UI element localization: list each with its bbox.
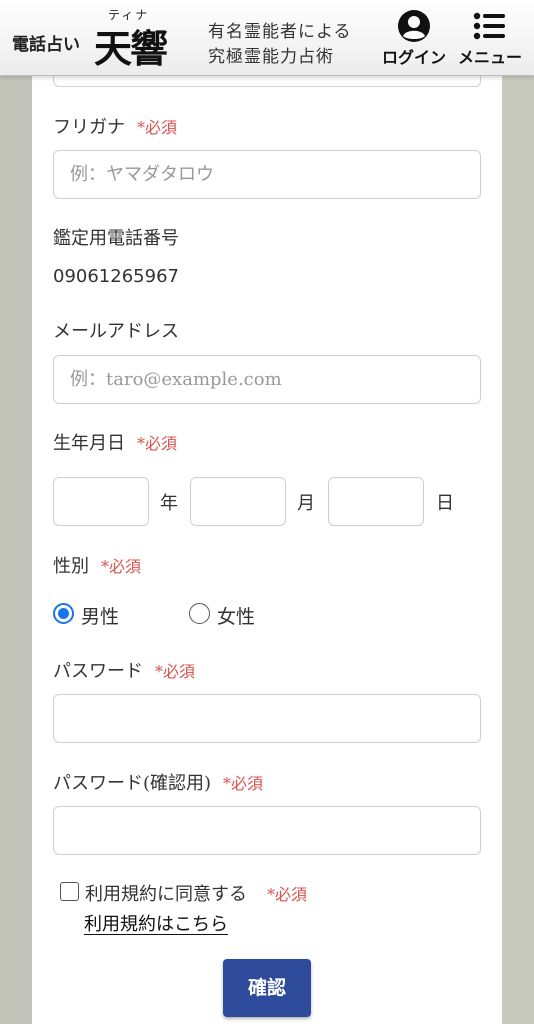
terms-link[interactable]: 利用規約はこちら: [84, 910, 228, 936]
gender-male-radio[interactable]: [53, 603, 74, 624]
required-mark: *必須: [155, 662, 196, 681]
required-mark: *必須: [137, 118, 178, 137]
birth-day-input[interactable]: [328, 477, 424, 526]
required-mark: *必須: [267, 885, 308, 904]
required-mark: *必須: [101, 557, 142, 576]
brand-logo[interactable]: 天響: [94, 18, 168, 73]
required-mark: *必須: [223, 774, 264, 793]
menu-button[interactable]: メニュー: [448, 8, 532, 68]
brand-prefix: 電話占い: [12, 35, 80, 55]
password-confirm-input[interactable]: [53, 806, 481, 855]
tagline-line-2: 究極霊能力占術: [208, 47, 334, 67]
furigana-label: フリガナ *必須: [53, 113, 177, 139]
password-label-text: パスワード: [53, 661, 143, 682]
site-header: 電話占い ティナ 天響 有名霊能者による 究極霊能力占術 ログイン メニュー: [0, 0, 534, 76]
menu-list-icon: [448, 8, 532, 44]
login-button[interactable]: ログイン: [382, 8, 446, 68]
birth-year-input[interactable]: [53, 477, 149, 526]
gender-female-radio[interactable]: [189, 603, 210, 624]
phone-value: 09061265967: [53, 266, 179, 287]
password-label: パスワード *必須: [53, 657, 195, 683]
birth-month-input[interactable]: [190, 477, 286, 526]
tagline-line-1: 有名霊能者による: [208, 22, 352, 42]
terms-checkbox[interactable]: [60, 882, 79, 901]
terms-agree-text: 利用規約に同意する: [85, 884, 247, 905]
gender-male-label[interactable]: 男性: [81, 602, 119, 629]
gender-female-label[interactable]: 女性: [217, 602, 255, 629]
gender-label: 性別 *必須: [53, 552, 141, 578]
login-label: ログイン: [382, 48, 447, 67]
month-unit: 月: [297, 493, 315, 514]
password-confirm-label: パスワード(確認用) *必須: [53, 769, 263, 795]
password-input[interactable]: [53, 694, 481, 743]
email-label: メールアドレス: [53, 321, 179, 342]
year-unit: 年: [160, 493, 178, 514]
page-background: [0, 0, 32, 1024]
password-confirm-label-text: パスワード(確認用): [53, 773, 212, 794]
terms-agree-label[interactable]: 利用規約に同意する *必須: [85, 880, 307, 906]
required-mark: *必須: [137, 434, 178, 453]
birthday-label-text: 生年月日: [53, 433, 125, 454]
furigana-input[interactable]: 例：ヤマダタロウ: [53, 150, 481, 199]
user-icon: [382, 8, 446, 44]
email-input[interactable]: 例：taro@example.com: [53, 355, 481, 404]
menu-label: メニュー: [457, 48, 522, 67]
phone-label: 鑑定用電話番号: [53, 228, 179, 249]
gender-label-text: 性別: [53, 556, 89, 577]
day-unit: 日: [436, 493, 454, 514]
birthday-label: 生年月日 *必須: [53, 429, 177, 455]
furigana-label-text: フリガナ: [53, 117, 125, 138]
tagline: 有名霊能者による 究極霊能力占術: [208, 20, 378, 70]
confirm-button[interactable]: 確認: [223, 959, 311, 1017]
